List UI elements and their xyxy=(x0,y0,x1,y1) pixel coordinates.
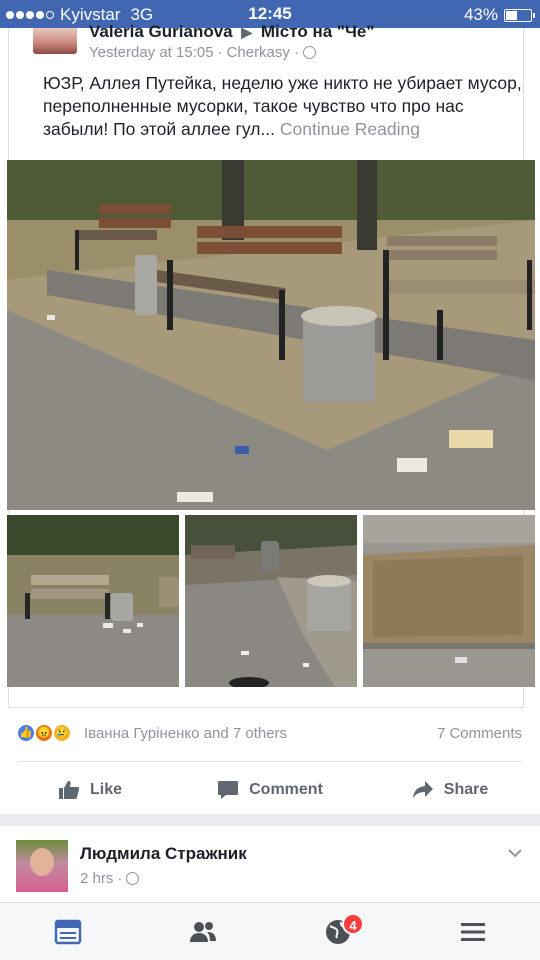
post-text: ЮЗР, Аллея Путейка, неделю уже никто не … xyxy=(43,72,523,141)
like-label: Like xyxy=(89,781,122,798)
author-avatar-2[interactable] xyxy=(16,840,68,892)
battery-percent: 43% xyxy=(463,5,498,24)
nav-friends[interactable] xyxy=(135,903,270,960)
post-meta: Yesterday at 15:05 · Cherkasy · xyxy=(89,44,316,61)
continue-reading-link[interactable]: Continue Reading xyxy=(280,119,420,139)
comment-button[interactable]: Comment xyxy=(180,768,360,812)
nav-news-feed[interactable] xyxy=(0,903,135,960)
bottom-navigation: 4 xyxy=(0,902,540,960)
battery-icon xyxy=(504,8,535,22)
comment-label: Comment xyxy=(249,781,323,798)
arrow-right-icon: ▶ xyxy=(241,24,253,40)
reactions-summary[interactable]: 👍 😠 😢 Іванна Гуріненко and 7 others 7 Co… xyxy=(0,720,540,750)
news-feed-icon xyxy=(54,919,81,944)
group-name[interactable]: Місто на "Че" xyxy=(261,22,375,41)
shared-post-card[interactable]: Valeria Gurianova ▶ Місто на "Че" Yester… xyxy=(7,22,535,708)
hamburger-menu-icon xyxy=(460,922,485,941)
post-photo-thumb-2[interactable] xyxy=(185,515,357,687)
friends-icon xyxy=(189,921,216,942)
angry-reaction-icon: 😠 xyxy=(34,723,54,743)
notifications-badge: 4 xyxy=(342,913,364,935)
comments-count[interactable]: 7 Comments xyxy=(437,725,522,742)
post-photo-thumb-3[interactable] xyxy=(363,515,535,687)
globe-icon xyxy=(302,46,316,59)
divider xyxy=(18,761,522,762)
feed-post-2: Людмила Стражник 2 hrs · xyxy=(0,826,540,902)
clock: 12:45 xyxy=(248,4,292,23)
post-actions: Like Comment Share xyxy=(0,768,540,812)
thumbs-up-icon xyxy=(58,781,80,799)
post-location[interactable]: Cherkasy xyxy=(227,44,290,61)
sad-reaction-icon: 😢 xyxy=(52,723,72,743)
post-meta-2: 2 hrs · xyxy=(80,870,140,887)
nav-menu[interactable] xyxy=(405,903,540,960)
post-timestamp-2[interactable]: 2 hrs xyxy=(80,870,113,887)
share-arrow-icon xyxy=(412,781,433,798)
author-name-2[interactable]: Людмила Стражник xyxy=(80,844,247,864)
share-button[interactable]: Share xyxy=(360,768,540,812)
author-name[interactable]: Valeria Gurianova xyxy=(89,22,233,41)
comment-icon xyxy=(218,781,239,799)
chevron-down-icon[interactable] xyxy=(508,846,522,860)
globe-icon xyxy=(126,872,140,885)
post-photo-main[interactable] xyxy=(7,160,535,510)
post-timestamp[interactable]: Yesterday at 15:05 xyxy=(89,44,214,61)
feed-post: Valeria Gurianova ▶ Місто на "Че" Yester… xyxy=(0,22,540,814)
share-label: Share xyxy=(443,781,489,798)
like-reaction-icon: 👍 xyxy=(16,723,36,743)
post-photo-thumb-1[interactable] xyxy=(7,515,179,687)
nav-notifications[interactable]: 4 xyxy=(270,903,405,960)
author-avatar[interactable] xyxy=(33,28,77,54)
like-button[interactable]: Like xyxy=(0,768,180,812)
post-header: Valeria Gurianova ▶ Місто на "Че" xyxy=(89,22,374,42)
reactions-names[interactable]: Іванна Гуріненко and 7 others xyxy=(84,725,287,742)
